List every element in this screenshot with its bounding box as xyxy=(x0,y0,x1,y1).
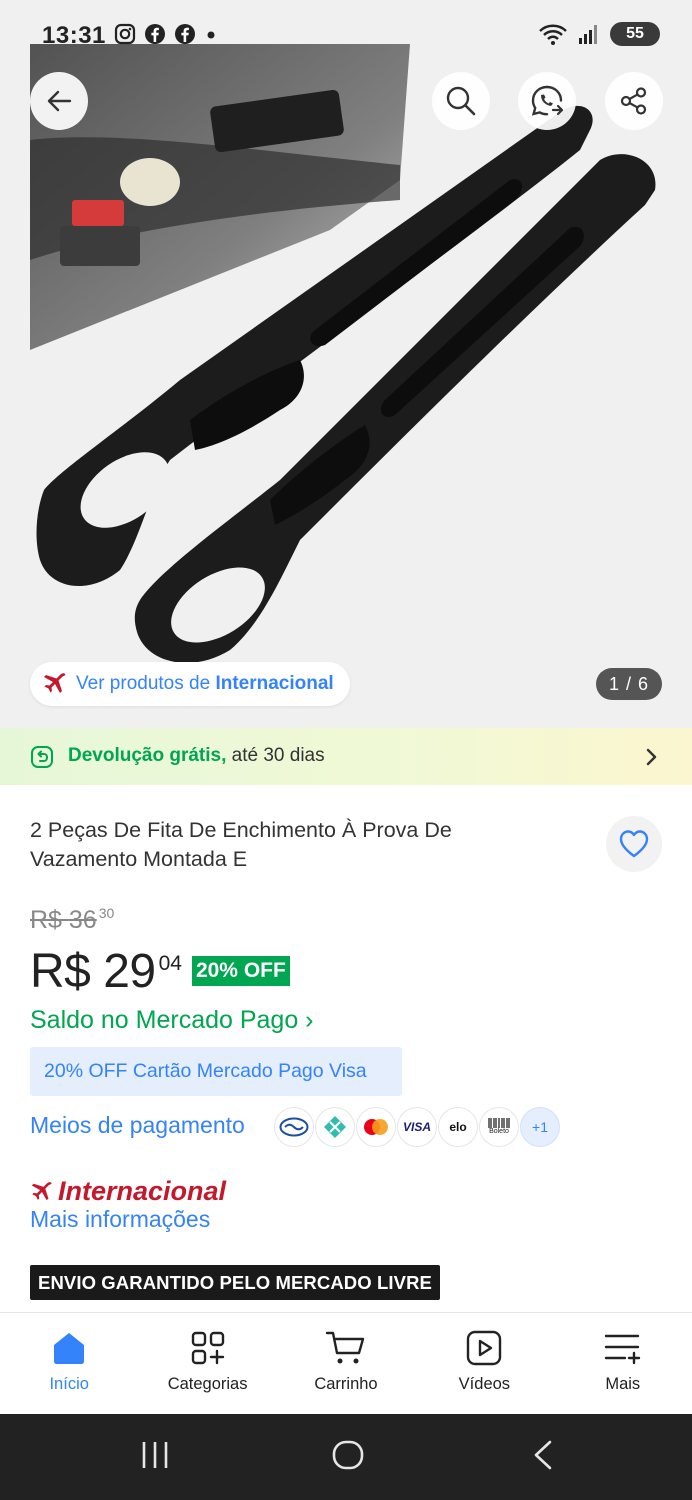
international-seller-brand: Internacional xyxy=(30,1176,226,1207)
nav-item-inicio[interactable]: Início xyxy=(0,1313,138,1414)
more-info-link[interactable]: Mais informações xyxy=(30,1206,210,1233)
video-icon xyxy=(467,1330,502,1366)
signal-icon xyxy=(579,25,597,44)
categories-icon xyxy=(191,1331,224,1365)
nav-label: Categorias xyxy=(167,1375,248,1393)
boleto-icon: Boleto xyxy=(479,1107,519,1147)
product-photo xyxy=(30,44,656,663)
nav-item-videos[interactable]: Vídeos xyxy=(415,1313,553,1414)
pix-icon xyxy=(315,1107,355,1147)
boleto-label: Boleto xyxy=(489,1128,509,1135)
whatsapp-share-button[interactable] xyxy=(518,72,576,130)
payment-methods-icons[interactable]: VISA elo Boleto +1 xyxy=(274,1107,561,1147)
arrow-left-icon xyxy=(47,90,72,112)
airplane-icon xyxy=(44,673,66,693)
home-button-icon[interactable] xyxy=(332,1440,364,1470)
back-button[interactable] xyxy=(30,72,88,130)
cart-icon xyxy=(325,1331,365,1364)
heart-icon xyxy=(619,830,649,858)
original-price: R$ 36 30 xyxy=(30,905,115,935)
nav-label: Início xyxy=(49,1375,89,1393)
nav-item-carrinho[interactable]: Carrinho xyxy=(277,1313,415,1414)
card-promo-badge[interactable]: 20% OFF Cartão Mercado Pago Visa xyxy=(30,1047,402,1096)
system-back-icon[interactable] xyxy=(528,1440,558,1470)
status-time: 13:31 xyxy=(42,22,106,49)
wifi-icon xyxy=(539,24,567,45)
system-icons: 55 xyxy=(538,22,660,46)
international-products-link[interactable]: Ver produtos de Internacional xyxy=(30,662,350,706)
share-icon xyxy=(620,87,647,115)
more-menu-icon xyxy=(604,1334,640,1365)
instagram-icon xyxy=(114,23,136,45)
bottom-navigation: Início Categorias Carrinho Vídeos Mais xyxy=(0,1312,692,1414)
share-button[interactable] xyxy=(605,72,663,130)
airplane-icon xyxy=(31,1181,52,1200)
discount-badge: 20% OFF xyxy=(191,956,290,986)
nav-item-mais[interactable]: Mais xyxy=(554,1313,692,1414)
search-icon xyxy=(446,86,476,116)
return-icon xyxy=(31,746,53,768)
international-brand-text: Internacional xyxy=(58,1176,227,1206)
image-counter: 1 / 6 xyxy=(596,668,662,700)
payment-methods-link[interactable]: Meios de pagamento xyxy=(30,1112,245,1139)
free-returns-banner[interactable]: Devolução grátis, até 30 dias xyxy=(0,728,692,785)
system-navigation-bar xyxy=(0,1414,692,1500)
mastercard-icon xyxy=(356,1107,396,1147)
current-price-main: R$ 29 xyxy=(30,945,156,998)
mercado-pago-balance-link[interactable]: Saldo no Mercado Pago › xyxy=(30,1006,314,1035)
favorite-button[interactable] xyxy=(606,816,662,872)
current-price-cents: 04 xyxy=(158,952,182,975)
facebook-icon xyxy=(145,24,165,44)
guaranteed-shipping-badge: ENVIO GARANTIDO PELO MERCADO LIVRE xyxy=(30,1265,440,1300)
search-button[interactable] xyxy=(432,72,490,130)
recent-apps-icon[interactable] xyxy=(140,1440,170,1470)
notification-icons xyxy=(114,23,218,45)
product-image-gallery[interactable]: 13:31 55 Ver produtos de Internacional 1… xyxy=(0,0,692,728)
status-bar: 13:31 55 xyxy=(0,0,692,70)
nav-label: Carrinho xyxy=(314,1375,378,1393)
current-price: R$ 29 04 20% OFF xyxy=(30,944,290,999)
chevron-right-icon xyxy=(646,748,657,766)
nav-label: Vídeos xyxy=(458,1375,511,1393)
original-price-main: R$ 36 xyxy=(30,906,97,934)
battery-icon: 55 xyxy=(610,22,660,46)
dot-icon xyxy=(207,31,215,39)
facebook-icon xyxy=(175,24,195,44)
home-icon xyxy=(54,1333,85,1364)
whatsapp-icon xyxy=(531,85,564,116)
elo-icon: elo xyxy=(438,1107,478,1147)
original-price-cents: 30 xyxy=(98,905,115,921)
free-returns-text: Devolução grátis, até 30 dias xyxy=(68,745,325,766)
more-payment-methods[interactable]: +1 xyxy=(520,1107,560,1147)
nav-label: Mais xyxy=(605,1375,641,1393)
nav-item-categorias[interactable]: Categorias xyxy=(138,1313,276,1414)
mercado-pago-icon xyxy=(274,1107,314,1147)
visa-icon: VISA xyxy=(397,1107,437,1147)
battery-level: 55 xyxy=(626,25,644,42)
international-link-text: Ver produtos de Internacional xyxy=(76,673,334,694)
product-title: 2 Peças De Fita De Enchimento À Prova De… xyxy=(30,818,452,871)
